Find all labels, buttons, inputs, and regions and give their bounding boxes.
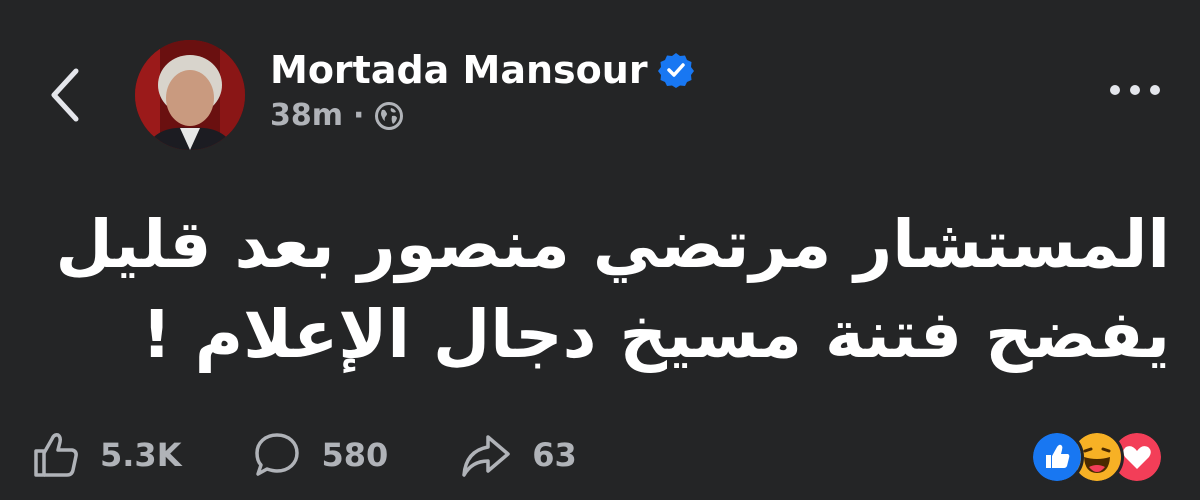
- thumbs-up-icon: [34, 433, 78, 477]
- meta-separator: ·: [353, 98, 365, 133]
- comment-button[interactable]: 580: [251, 429, 388, 481]
- like-count: 5.3K: [100, 436, 182, 474]
- comment-bubble-icon: [255, 433, 300, 476]
- author-name[interactable]: Mortada Mansour: [270, 48, 648, 92]
- more-dots-icon: [1110, 85, 1160, 95]
- like-reaction-icon: [1030, 430, 1084, 484]
- globe-icon[interactable]: [374, 101, 404, 131]
- post-text-line: يفضح فتنة مسيخ دجال الإعلام !: [141, 296, 1170, 373]
- post-meta: 38m ·: [270, 98, 404, 133]
- share-arrow-icon: [462, 435, 511, 477]
- author-name-row: Mortada Mansour: [270, 48, 694, 92]
- more-options-button[interactable]: [1100, 70, 1170, 110]
- back-button[interactable]: [40, 60, 90, 130]
- reactions-summary[interactable]: [1030, 430, 1170, 484]
- comment-count: 580: [321, 436, 389, 474]
- avatar-image: [135, 40, 245, 150]
- avatar[interactable]: [135, 40, 245, 150]
- action-bar: 5.3K 580 63: [30, 425, 647, 485]
- post-text-line: المستشار مرتضي منصور بعد قليل: [55, 206, 1171, 283]
- verified-badge-icon: [657, 53, 694, 88]
- share-count: 63: [532, 436, 577, 474]
- chevron-left-icon: [51, 68, 79, 122]
- post-text: المستشار مرتضي منصور بعد قليل يفضح فتنة …: [40, 200, 1171, 380]
- like-button[interactable]: 5.3K: [30, 429, 181, 481]
- post-time[interactable]: 38m: [270, 98, 343, 133]
- share-button[interactable]: 63: [458, 429, 577, 481]
